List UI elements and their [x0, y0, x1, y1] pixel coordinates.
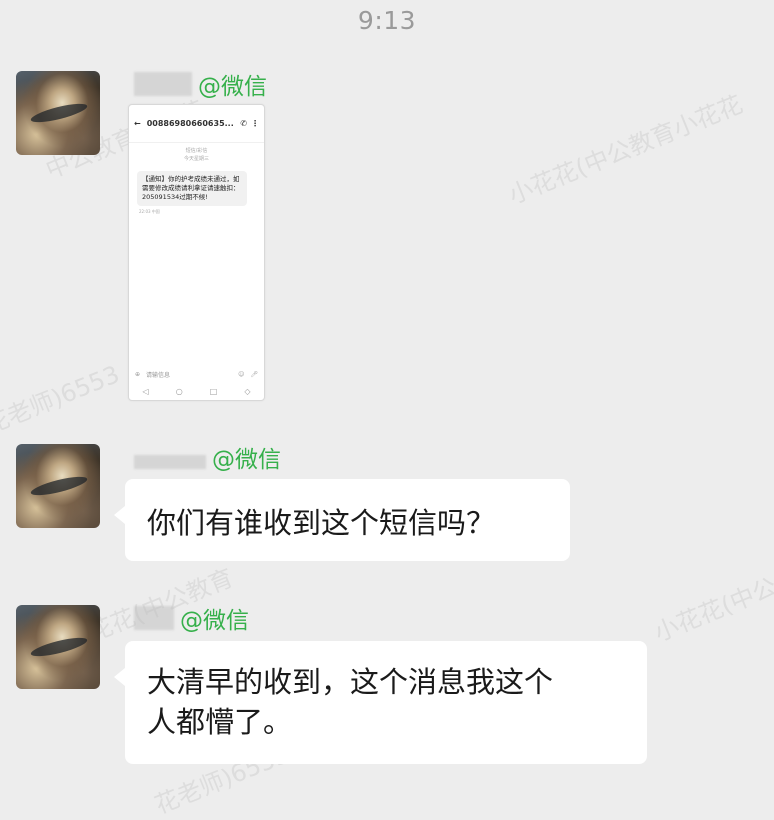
nav-extra-icon: ◇ [244, 386, 251, 396]
message-text-line: 人都懵了。 [147, 705, 293, 739]
sms-bubble: 【通知】你的护考成绩未通过，如需要修改成绩请利拿证请速触扣：205091534过… [137, 171, 247, 206]
phone-number: 008869806606​35... [146, 119, 234, 128]
text-message-bubble[interactable]: 大清早的收到，这个消息我这个 人都懵了。 [114, 641, 647, 764]
sender-name: @微信 [134, 70, 267, 100]
avatar-whale-art [29, 100, 89, 126]
sms-meta: 短信/彩信 今天星期三 [129, 147, 264, 163]
more-icon: ⋮ [251, 119, 259, 128]
sms-time: 22:03 中国 [139, 209, 160, 214]
sms-meta-line1: 短信/彩信 [185, 148, 208, 154]
android-navbar: ◁ ○ □ ◇ [129, 385, 264, 397]
image-message-sms-screenshot[interactable]: ← 008869806606​35... ✆ ⋮ 短信/彩信 今天星期三 【通知… [128, 104, 265, 401]
sms-input-placeholder: 请输信息 [146, 371, 171, 379]
wechat-tag: @微信 [198, 74, 267, 100]
sender-name: @微信 [134, 604, 249, 634]
text-message-bubble[interactable]: 你们有谁收到这个短信吗？ [114, 479, 570, 561]
blurred-name [134, 455, 206, 469]
watermark: 小花花(中公 [650, 572, 774, 648]
wechat-tag: @微信 [180, 608, 249, 634]
sender-name: @微信 [134, 443, 281, 473]
sms-meta-line2: 今天星期三 [183, 156, 209, 162]
message-text: 你们有谁收到这个短信吗？ [147, 506, 496, 540]
nav-recent-icon: □ [209, 386, 218, 396]
avatar-whale-art [29, 473, 89, 499]
emoji-icon: ☺ [238, 370, 245, 378]
sms-topbar: ← 008869806606​35... ✆ ⋮ [129, 105, 264, 143]
avatar[interactable] [16, 71, 100, 155]
sms-inputbar: ⊕ 请输信息 ☺ 🎤︎ [135, 368, 258, 380]
add-icon: ⊕ [135, 370, 141, 378]
blurred-name [134, 606, 174, 630]
status-time: 9:13 [357, 6, 417, 35]
avatar[interactable] [16, 605, 100, 689]
mic-icon: 🎤︎ [250, 370, 258, 378]
nav-home-icon: ○ [175, 386, 183, 396]
wechat-tag: @微信 [212, 447, 281, 473]
nav-back-icon: ◁ [142, 386, 149, 396]
message-text-line: 大清早的收到，这个消息我这个 [147, 665, 554, 699]
phone-icon: ✆ [240, 119, 247, 128]
back-arrow-icon: ← [134, 119, 141, 128]
watermark: 小花花(中公教育小花花 [504, 90, 747, 210]
avatar[interactable] [16, 444, 100, 528]
watermark: 花老师)6553 [0, 360, 124, 440]
blurred-name [134, 72, 192, 96]
avatar-whale-art [29, 634, 89, 660]
